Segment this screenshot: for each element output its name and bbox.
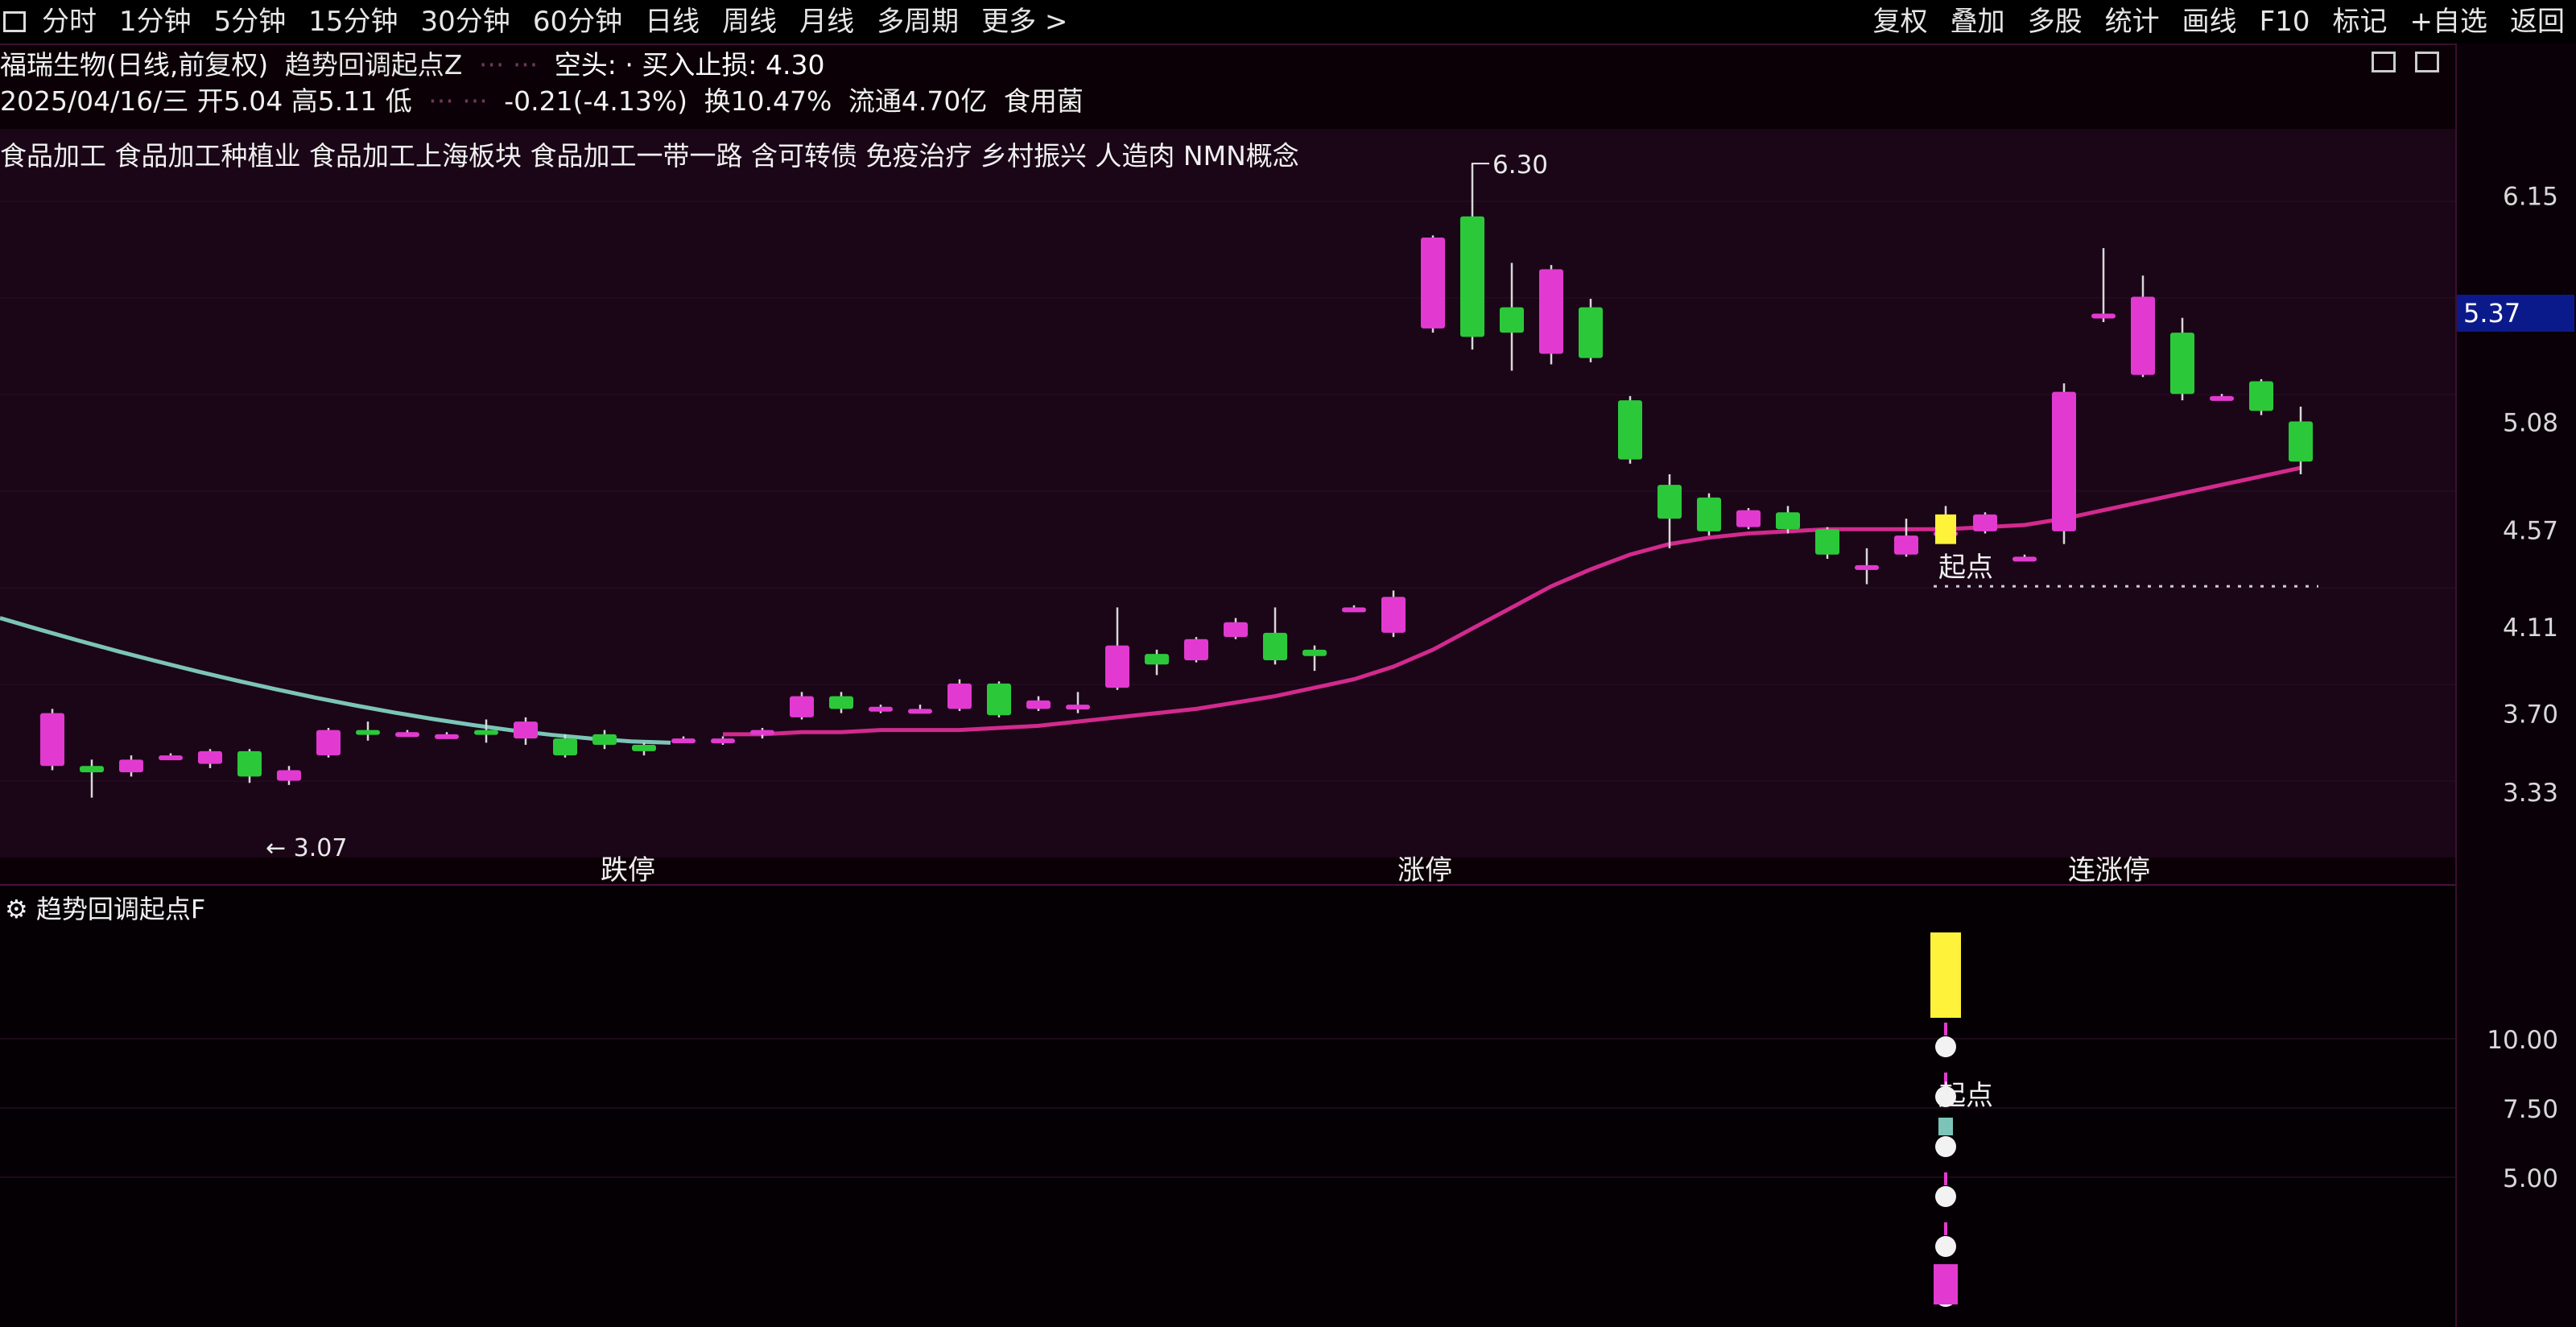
candle-body	[1145, 654, 1169, 665]
candle-body	[908, 709, 932, 714]
signal-marker	[1935, 1136, 1956, 1157]
trend-line-cyan	[0, 616, 671, 745]
candle-body	[1894, 535, 1918, 555]
candle-body	[1500, 307, 1524, 333]
candle-body	[711, 738, 735, 744]
candle-body	[1776, 512, 1800, 530]
candle-body	[2170, 333, 2194, 395]
candle-body	[2052, 391, 2076, 531]
sub-signal-bar	[1930, 932, 1961, 1018]
signal-marker	[1935, 1186, 1956, 1207]
candle-body	[2289, 421, 2313, 462]
sub-y-tick-label: 10.00	[2487, 1026, 2558, 1055]
candle-body	[632, 745, 656, 751]
candle-body	[1026, 700, 1051, 709]
candle-body	[1579, 307, 1603, 358]
sub-signal-cyan	[1938, 1118, 1953, 1135]
candle-body	[1302, 649, 1327, 656]
candle-body	[2249, 381, 2273, 411]
candle-body	[1421, 238, 1445, 329]
candle-body	[1697, 497, 1721, 531]
current-price-badge: 5.37	[2457, 295, 2574, 332]
candle-body	[1855, 564, 1879, 570]
candle-body	[947, 683, 972, 709]
y-tick-label: 4.11	[2503, 614, 2558, 643]
candle-body	[1973, 514, 1997, 531]
sub-signal-up-bar	[1934, 1264, 1958, 1304]
candle-body	[1263, 632, 1287, 660]
y-tick-label: 5.08	[2503, 408, 2558, 437]
candle-body	[119, 759, 143, 773]
candle-body	[159, 755, 183, 761]
candle-body	[829, 696, 853, 709]
sub-y-tick-label: 7.50	[2503, 1095, 2558, 1124]
candle-body	[80, 766, 104, 773]
candle-body	[869, 706, 893, 712]
signal-marker	[1935, 1036, 1956, 1057]
candle-body	[790, 696, 814, 717]
candle-body	[1657, 485, 1682, 519]
sub-y-tick-label: 5.00	[2503, 1164, 2558, 1193]
candle-body	[1224, 622, 1248, 638]
candle-body	[1105, 645, 1129, 688]
x-event-label: 涨停	[1397, 854, 1452, 887]
candle-body	[1184, 639, 1208, 660]
candle-body	[671, 738, 696, 744]
candle-body	[1066, 705, 1090, 710]
candle-body	[316, 730, 341, 756]
candle-body	[750, 730, 774, 735]
y-tick-label: 4.57	[2503, 516, 2558, 545]
sub-panel-title: ⚙ 趋势回调起点F	[5, 889, 205, 926]
sub-panel-label: 趋势回调起点F	[35, 894, 206, 924]
signal-candle	[1935, 514, 1956, 544]
signal-label-sub: 起点	[1938, 1080, 1993, 1112]
candle-body	[1815, 529, 1839, 555]
candle-body	[435, 734, 459, 739]
signal-label-main: 起点	[1938, 552, 1993, 584]
candle-body	[40, 713, 64, 767]
candle-body	[987, 683, 1011, 716]
candle-body	[1381, 597, 1406, 633]
candle-body	[1736, 510, 1761, 527]
candle-body	[592, 734, 617, 745]
y-tick-label: 6.15	[2503, 183, 2558, 212]
candle-body	[198, 750, 222, 764]
signal-marker	[1935, 1236, 1956, 1257]
candle-body	[514, 721, 538, 739]
candle-body	[553, 738, 577, 756]
candle-body	[2013, 556, 2037, 562]
candle-body	[1460, 216, 1484, 337]
candle-body	[474, 730, 498, 735]
candle-body	[1342, 607, 1366, 613]
candle-body	[237, 750, 262, 777]
candlestick-chart: 6.155.595.084.574.113.703.33起点6.30← 3.07…	[0, 151, 2558, 1307]
low-label: ← 3.07	[266, 834, 347, 862]
y-tick-label: 3.33	[2503, 779, 2558, 808]
settings-icon[interactable]: ⚙	[5, 894, 28, 924]
candle-body	[1618, 400, 1642, 460]
candle-body	[395, 732, 419, 738]
y-tick-label: 3.70	[2503, 701, 2558, 730]
x-event-label: 跌停	[601, 854, 655, 887]
candle-body	[277, 770, 301, 781]
candle-body	[356, 730, 380, 735]
high-label: 6.30	[1492, 151, 1548, 180]
x-event-label: 连涨停	[2068, 854, 2150, 887]
candle-body	[2210, 395, 2234, 401]
candle-body	[2131, 296, 2155, 375]
candle-body	[2091, 313, 2116, 319]
candle-body	[1539, 269, 1563, 354]
